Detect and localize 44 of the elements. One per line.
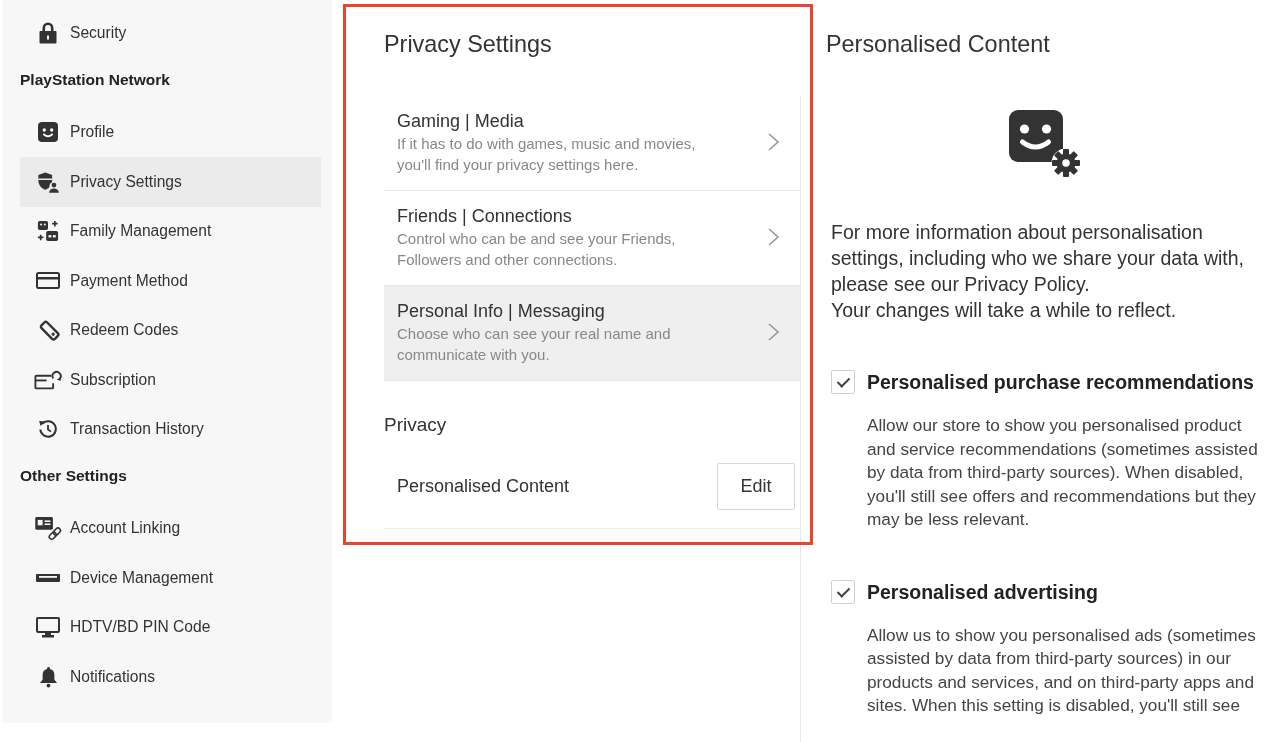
option-label: Personalised purchase recommendations (867, 370, 1254, 394)
id-card-link-icon (34, 515, 62, 541)
sidebar-item[interactable]: Privacy Settings (20, 157, 321, 207)
sidebar-item[interactable]: Notifications (20, 652, 321, 702)
sidebar-item[interactable]: Redeem Codes (20, 305, 321, 355)
option-description: Allow us to show you personalised ads (sometimes assisted by data from third-party sources) in our products and services, and on third-party apps and sites. When this setting is disabled, you'll still see (867, 623, 1257, 717)
sidebar-item[interactable]: Account Linking (20, 503, 321, 553)
checkbox[interactable] (831, 579, 855, 604)
sidebar-item[interactable]: Payment Method (20, 256, 321, 306)
sidebar-item[interactable]: Subscription (20, 355, 321, 405)
sidebar-heading: PlayStation Network (20, 71, 170, 89)
sidebar-item[interactable]: Security (20, 8, 321, 58)
credit-card-icon (36, 272, 60, 290)
checkbox[interactable] (831, 370, 855, 394)
panel-title: Privacy Settings (384, 30, 552, 58)
info-text: For more information about personalisation settings, including who we share your data with, please see our Privacy Policy. (831, 220, 1245, 297)
chevron-right-icon (768, 323, 779, 341)
option-label: Personalised advertising (867, 579, 1098, 604)
sidebar-item[interactable]: Family Management (20, 206, 321, 256)
history-icon (38, 419, 58, 440)
sidebar-item[interactable]: Device Management (20, 553, 321, 603)
option-description: Allow our store to show you personalised product and service recommendations (sometimes assisted by data from third-party sources). When disabled, you'll still see offers and recommendations but they may be less relevant. (867, 414, 1259, 531)
faces-plus-icon (37, 220, 59, 243)
section-heading: Privacy (384, 413, 447, 437)
sidebar-item[interactable]: Profile (20, 107, 321, 157)
smiley-face-icon (38, 122, 58, 143)
setting-label: Personalised Content (397, 476, 570, 497)
info-text: Your changes will take a while to reflect. (831, 298, 1178, 323)
sidebar-item[interactable]: HDTV/BD PIN Code (20, 602, 321, 652)
category-item[interactable]: Personal Info | Messaging Choose who can see your real name and communicate with you. (384, 286, 800, 381)
panel-title: Personalised Content (826, 30, 1050, 58)
monitor-icon (36, 616, 60, 638)
smiley-gear-icon (1009, 110, 1081, 178)
chevron-right-icon (768, 228, 779, 246)
lock-icon (39, 22, 57, 45)
chevron-right-icon (768, 133, 779, 151)
shield-person-icon (37, 170, 59, 193)
category-item[interactable]: Gaming | Media If it has to do with games, music and movies, you'll find your privacy settings here. (384, 96, 800, 191)
bell-icon (38, 665, 58, 688)
sidebar-heading: Other Settings (20, 467, 127, 485)
card-refresh-icon (34, 369, 62, 391)
device-icon (36, 573, 60, 582)
sidebar-item[interactable]: Transaction History (20, 404, 321, 454)
edit-button[interactable]: Edit (717, 463, 795, 510)
